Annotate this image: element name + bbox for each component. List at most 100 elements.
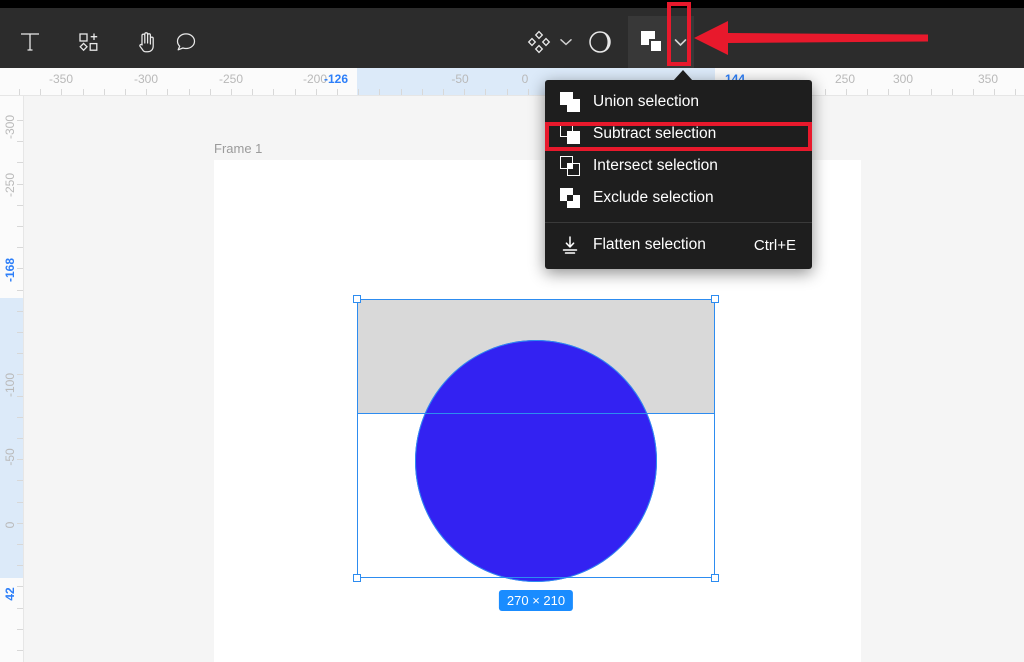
boolean-subtract-icon <box>641 31 663 53</box>
menu-item-flatten-selection[interactable]: Flatten selection Ctrl+E <box>545 229 812 261</box>
frame-label[interactable]: Frame 1 <box>214 141 262 156</box>
ruler-v-tick <box>17 162 23 163</box>
chevron-down-icon <box>560 38 572 46</box>
ruler-v-tick <box>17 120 23 121</box>
ruler-h-tick <box>401 89 402 95</box>
ruler-h-tick <box>295 89 296 95</box>
selection-divider-line <box>357 413 715 414</box>
resize-handle-top-left[interactable] <box>353 295 361 303</box>
ruler-h-tick <box>358 89 359 95</box>
ruler-h-label: -350 <box>49 72 73 86</box>
ruler-h-tick <box>146 89 147 95</box>
ruler-v-tick <box>17 523 23 524</box>
ruler-v-label: -168 <box>3 258 17 282</box>
ruler-h-tick <box>994 89 995 95</box>
ruler-h-tick <box>846 89 847 95</box>
ruler-h-tick <box>19 89 20 95</box>
ruler-v-tick <box>17 184 23 185</box>
ruler-h-tick <box>125 89 126 95</box>
ruler-h-tick <box>867 89 868 95</box>
horizontal-ruler[interactable]: -350-300-250-200-126-500144250300350 <box>0 68 1024 96</box>
chevron-down-icon <box>674 38 687 47</box>
ruler-h-tick <box>40 89 41 95</box>
ruler-v-tick <box>17 417 23 418</box>
ruler-v-tick <box>17 396 23 397</box>
resize-handle-bottom-left[interactable] <box>353 574 361 582</box>
ruler-v-tick <box>17 438 23 439</box>
ruler-h-label: 300 <box>893 72 913 86</box>
ruler-v-tick <box>17 247 23 248</box>
ruler-v-tick <box>17 374 23 375</box>
ruler-v-tick <box>17 268 23 269</box>
flatten-icon <box>559 234 581 256</box>
ruler-v-tick <box>17 141 23 142</box>
vertical-ruler[interactable]: -300-250-168-100-50042 <box>0 96 24 662</box>
mask-contrast-icon <box>586 28 614 56</box>
ruler-v-tick <box>17 608 23 609</box>
menu-item-label: Subtract selection <box>593 125 796 143</box>
intersect-icon <box>559 155 581 177</box>
ruler-h-tick <box>210 89 211 95</box>
ruler-v-tick <box>17 565 23 566</box>
mask-tool[interactable] <box>574 16 626 68</box>
ruler-h-label: -300 <box>134 72 158 86</box>
resize-handle-top-right[interactable] <box>711 295 719 303</box>
ruler-h-label: 350 <box>978 72 998 86</box>
design-canvas[interactable]: Frame 1 270 × 210 <box>24 96 1024 662</box>
ruler-h-tick <box>337 89 338 95</box>
ruler-h-tick <box>231 89 232 95</box>
ruler-v-label: -250 <box>3 173 17 197</box>
menu-item-intersect-selection[interactable]: Intersect selection <box>545 150 812 182</box>
menu-item-label: Exclude selection <box>593 189 796 207</box>
ruler-h-tick <box>167 89 168 95</box>
ruler-v-tick <box>17 650 23 651</box>
ruler-h-tick <box>83 89 84 95</box>
ruler-h-label: -126 <box>324 72 348 86</box>
shapes-plus-icon <box>75 29 101 55</box>
ruler-v-tick <box>17 226 23 227</box>
ruler-h-tick <box>443 89 444 95</box>
ruler-v-tick <box>17 586 23 587</box>
exclude-icon <box>559 187 581 209</box>
ruler-h-tick <box>61 89 62 95</box>
subtract-icon <box>559 123 581 145</box>
text-icon <box>17 29 43 55</box>
menu-item-label: Intersect selection <box>593 157 796 175</box>
boolean-dropdown[interactable] <box>669 16 691 68</box>
shape-tool[interactable] <box>62 16 114 68</box>
menu-item-subtract-selection[interactable]: Subtract selection <box>545 118 812 150</box>
ruler-h-label: -250 <box>219 72 243 86</box>
ruler-v-tick <box>17 480 23 481</box>
text-tool[interactable] <box>4 16 56 68</box>
menu-item-label: Union selection <box>593 93 796 111</box>
hand-icon <box>133 29 159 55</box>
ruler-h-label: 250 <box>835 72 855 86</box>
menu-item-label: Flatten selection <box>593 236 754 254</box>
ruler-h-tick <box>931 89 932 95</box>
resize-handle-bottom-right[interactable] <box>711 574 719 582</box>
ruler-h-tick <box>379 89 380 95</box>
ruler-v-label: 0 <box>3 522 17 529</box>
boolean-operations-menu: Union selection Subtract selection Inter… <box>545 80 812 269</box>
ruler-v-label: 42 <box>3 587 17 600</box>
ruler-v-tick <box>17 353 23 354</box>
menu-item-union-selection[interactable]: Union selection <box>545 86 812 118</box>
ruler-h-tick <box>189 89 190 95</box>
ruler-h-tick <box>422 89 423 95</box>
ruler-v-tick <box>17 502 23 503</box>
ruler-h-tick <box>825 89 826 95</box>
ruler-h-tick <box>888 89 889 95</box>
ruler-h-tick <box>316 89 317 95</box>
ruler-h-tick <box>1015 89 1016 95</box>
ruler-h-tick <box>909 89 910 95</box>
menu-item-shortcut: Ctrl+E <box>754 237 812 254</box>
comment-icon <box>173 29 199 55</box>
ruler-h-tick <box>104 89 105 95</box>
comment-tool[interactable] <box>160 16 212 68</box>
ruler-h-tick <box>252 89 253 95</box>
ruler-v-label: -100 <box>3 373 17 397</box>
menu-caret <box>673 70 693 81</box>
menu-item-exclude-selection[interactable]: Exclude selection <box>545 182 812 214</box>
ruler-h-tick <box>485 89 486 95</box>
ruler-v-tick <box>17 205 23 206</box>
